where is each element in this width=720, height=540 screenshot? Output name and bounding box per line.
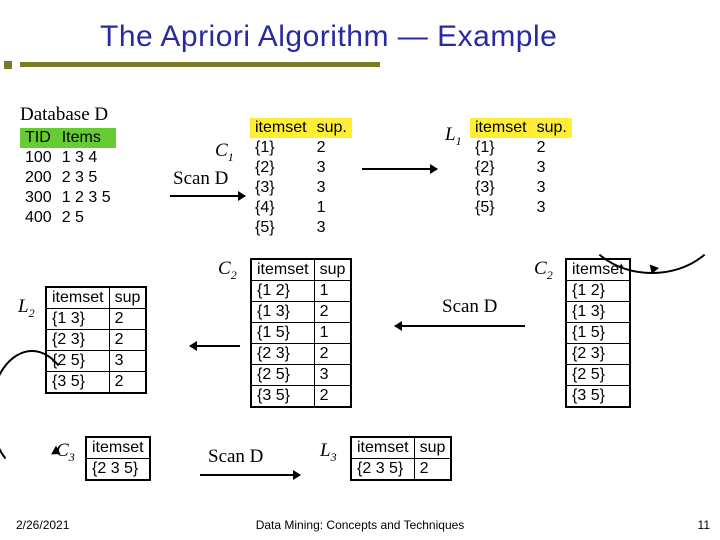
table-row: {2 5}3 xyxy=(251,365,351,386)
table-row: {1}2 xyxy=(470,138,572,158)
table-row: {2 3 5}2 xyxy=(351,459,451,481)
table-row: 2002 3 5 xyxy=(20,168,116,188)
arrow-left-icon xyxy=(395,325,525,327)
th-items: Items xyxy=(57,128,116,148)
label-l2: L2 xyxy=(18,296,35,321)
arrow-right-icon xyxy=(362,168,437,170)
label-scan-d-2: Scan D xyxy=(442,296,497,318)
arrow-right-icon xyxy=(170,195,245,197)
table-row: {2}3 xyxy=(470,158,572,178)
table-row: {1 2}1 xyxy=(251,281,351,302)
table-row: {1 3} xyxy=(566,302,630,323)
th-itemset: itemset xyxy=(470,118,532,138)
table-row: {5}3 xyxy=(470,198,572,218)
arrow-right-icon xyxy=(200,474,300,476)
table-row: {3}3 xyxy=(250,178,352,198)
table-row: {2 3}2 xyxy=(251,344,351,365)
table-c2-sup: itemsetsup {1 2}1 {1 3}2 {1 5}1 {2 3}2 {… xyxy=(250,258,352,408)
table-row: 4002 5 xyxy=(20,208,116,228)
title-rule xyxy=(20,62,380,67)
table-row: {2 5} xyxy=(566,365,630,386)
table-l1: itemset sup. {1}2 {2}3 {3}3 {5}3 xyxy=(470,118,572,218)
footer-date: 2/26/2021 xyxy=(16,518,69,532)
curved-arrow-icon xyxy=(580,160,720,274)
table-row: {1 5}1 xyxy=(251,323,351,344)
table-c2-items: itemset {1 2} {1 3} {1 5} {2 3} {2 5} {3… xyxy=(565,258,631,408)
label-c2-sup: C2 xyxy=(218,258,237,283)
arrow-left-icon xyxy=(190,345,240,347)
table-row: {2 3} xyxy=(566,344,630,365)
table-database-d: TID Items 1001 3 4 2002 3 5 3001 2 3 5 4… xyxy=(20,128,116,228)
th-sup: sup. xyxy=(532,118,572,138)
table-row: {4}1 xyxy=(250,198,352,218)
table-row: {5}3 xyxy=(250,218,352,238)
table-row: {1 2} xyxy=(566,281,630,302)
table-row: {1}2 xyxy=(250,138,352,158)
th-sup: sup. xyxy=(312,118,352,138)
label-scan-d-3: Scan D xyxy=(208,446,263,468)
footer-center: Data Mining: Concepts and Techniques xyxy=(256,518,465,532)
table-row: {3}3 xyxy=(470,178,572,198)
label-l3: L3 xyxy=(320,440,337,465)
table-row: {2 3 5} xyxy=(86,459,150,481)
page-title: The Apriori Algorithm — Example xyxy=(0,0,720,58)
table-row: {2 3}2 xyxy=(46,330,146,351)
footer-page: 11 xyxy=(698,518,710,532)
label-c2-items: C2 xyxy=(534,258,553,283)
table-row: {1 5} xyxy=(566,323,630,344)
table-row: {3 5}2 xyxy=(251,386,351,408)
table-c1: itemset sup. {1}2 {2}3 {3}3 {4}1 {5}3 xyxy=(250,118,352,238)
table-row: {1 3}2 xyxy=(46,309,146,330)
label-c3: C3 xyxy=(56,440,75,465)
th-tid: TID xyxy=(20,128,57,148)
table-row: {3 5} xyxy=(566,386,630,408)
label-scan-d-1: Scan D xyxy=(173,168,228,190)
th-itemset: itemset xyxy=(250,118,312,138)
label-l1: L1 xyxy=(445,124,462,149)
table-l3: itemsetsup {2 3 5}2 xyxy=(350,436,452,481)
table-row: 3001 2 3 5 xyxy=(20,188,116,208)
label-c1: C1 xyxy=(215,140,234,165)
table-row: 1001 3 4 xyxy=(20,148,116,168)
label-database-d: Database D xyxy=(20,104,108,126)
table-row: {2}3 xyxy=(250,158,352,178)
table-c3: itemset {2 3 5} xyxy=(85,436,151,481)
table-row: {1 3}2 xyxy=(251,302,351,323)
